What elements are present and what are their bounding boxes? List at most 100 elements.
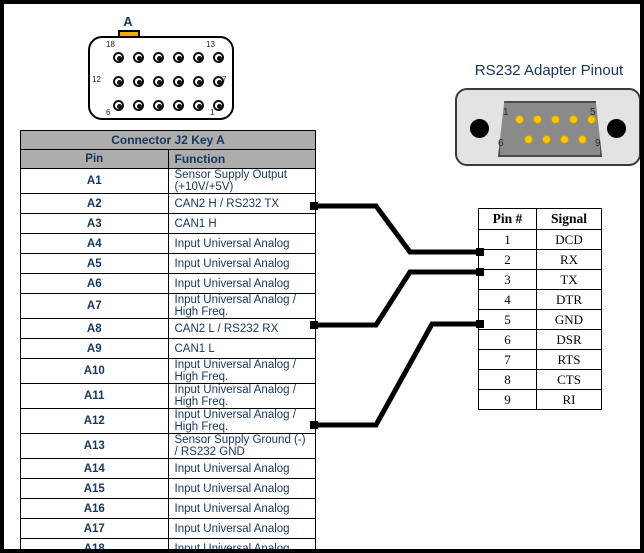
rs232-pin-cell: 6	[478, 329, 537, 350]
table-row: 5 GND	[478, 309, 602, 330]
table-row: A10 Input Universal Analog / High Freq.	[20, 358, 316, 384]
db9-shield	[498, 101, 602, 157]
table-row: A3 CAN1 H	[20, 213, 316, 234]
table-row: A18 Input Universal Analog	[20, 538, 316, 549]
rs232-pin-cell: 1	[478, 229, 537, 250]
pin-cell: A2	[20, 193, 169, 214]
wire-a8-to-pin3	[314, 269, 481, 328]
db9-pin	[569, 115, 578, 124]
pin-cell: A14	[20, 458, 169, 479]
rs232-signal-table: Pin # Signal 1 DCD 2 RX 3 TX 4 DTR 5 GND 6 DSR 7 RTS 8…	[478, 208, 602, 410]
db9-pin	[542, 135, 551, 144]
rs232-signal-cell: CTS	[536, 369, 602, 390]
rs232-pin-cell: 8	[478, 369, 537, 390]
rs232-signal-cell: RI	[536, 389, 602, 410]
connector-number-top-left: 18	[106, 40, 115, 49]
rs232-signal-cell: DTR	[536, 289, 602, 310]
function-cell: Input Universal Analog	[167, 478, 316, 499]
connector-number-bottom-left: 6	[106, 108, 111, 117]
rs232-header-signal: Signal	[536, 208, 602, 230]
function-cell: Input Universal Analog	[167, 233, 316, 254]
db9-screw-right-icon	[607, 119, 626, 138]
connector-pin-socket	[193, 100, 204, 111]
table-row: 2 RX	[478, 249, 602, 270]
rs232-signal-cell: GND	[536, 309, 602, 330]
db9-connector-drawing: 1 5 6 9	[455, 88, 640, 166]
connector-pin-socket	[153, 52, 164, 63]
table-row: A9 CAN1 L	[20, 338, 316, 359]
wire-a13-to-pin5	[314, 321, 481, 428]
rs232-pin-cell: 7	[478, 349, 537, 370]
db9-number-bottom-right: 9	[595, 138, 601, 149]
table-row: A7 Input Universal Analog / High Freq.	[20, 293, 316, 319]
function-cell: CAN2 L / RS232 RX	[167, 318, 316, 339]
function-cell: Input Universal Analog	[167, 498, 316, 519]
rs232-pin-cell: 3	[478, 269, 537, 290]
table-row: 6 DSR	[478, 329, 602, 350]
connector-pin-socket	[133, 52, 144, 63]
db9-number-bottom-left: 6	[498, 138, 504, 149]
rs232-header-pin: Pin #	[478, 208, 537, 230]
connector-table-title: Connector J2 Key A	[20, 130, 316, 150]
pin-cell: A12	[20, 408, 169, 434]
function-cell: CAN1 H	[167, 213, 316, 234]
connector-pin-socket	[213, 100, 224, 111]
function-cell: Input Universal Analog	[167, 538, 316, 549]
table-row: A8 CAN2 L / RS232 RX	[20, 318, 316, 339]
pin-cell: A5	[20, 253, 169, 274]
connector-number-top-right: 13	[206, 40, 215, 49]
rs232-pin-cell: 2	[478, 249, 537, 270]
db9-pin	[533, 115, 542, 124]
function-cell: Input Universal Analog / High Freq.	[167, 293, 316, 319]
rs232-pin-cell: 9	[478, 389, 537, 410]
pin-cell: A9	[20, 338, 169, 359]
connector-pin-socket	[113, 76, 124, 87]
connector-pin-socket	[133, 76, 144, 87]
table-row: A13 Sensor Supply Ground (-) / RS232 GND	[20, 433, 316, 459]
pin-cell: A10	[20, 358, 169, 384]
rs232-signal-cell: RX	[536, 249, 602, 270]
pin-cell: A15	[20, 478, 169, 499]
table-row: 1 DCD	[478, 229, 602, 250]
db9-pin	[524, 135, 533, 144]
function-cell: Input Universal Analog	[167, 273, 316, 294]
rs232-signal-cell: TX	[536, 269, 602, 290]
connector-j2-drawing: A 18 13 12 7 6 1	[88, 14, 234, 120]
connector-pin-socket	[153, 100, 164, 111]
connector-pin-socket	[213, 52, 224, 63]
connector-pin-socket	[213, 76, 224, 87]
connector-pin-socket	[173, 100, 184, 111]
pin-cell: A11	[20, 383, 169, 409]
connector-pin-socket	[193, 52, 204, 63]
pin-cell: A7	[20, 293, 169, 319]
connector-pin-socket	[173, 76, 184, 87]
db9-screw-left-icon	[470, 119, 489, 138]
db9-pin	[560, 135, 569, 144]
connector-pin-socket	[193, 76, 204, 87]
rs232-signal-cell: DSR	[536, 329, 602, 350]
connector-table-body: A1 Sensor Supply Output (+10V/+5V) A2 CAN2 …	[20, 168, 316, 549]
function-cell: Input Universal Analog / High Freq.	[167, 408, 316, 434]
header-pin: Pin	[20, 149, 169, 169]
table-row: A4 Input Universal Analog	[20, 233, 316, 254]
table-row: A11 Input Universal Analog / High Freq.	[20, 383, 316, 409]
connector-key-label: A	[123, 14, 133, 29]
rs232-table-body: 1 DCD 2 RX 3 TX 4 DTR 5 GND 6 DSR 7 RTS 8 CTS 9 RI	[478, 229, 602, 410]
function-cell: Input Universal Analog / High Freq.	[167, 383, 316, 409]
rs232-pin-cell: 5	[478, 309, 537, 330]
table-row: 9 RI	[478, 389, 602, 410]
pin-cell: A1	[20, 168, 169, 194]
connector-pin-socket	[173, 52, 184, 63]
table-row: 3 TX	[478, 269, 602, 290]
connector-pin-socket	[153, 76, 164, 87]
function-cell: CAN2 H / RS232 TX	[167, 193, 316, 214]
connector-pin-socket	[113, 52, 124, 63]
db9-pin	[551, 115, 560, 124]
pin-cell: A18	[20, 538, 169, 549]
rs232-header-row: Pin # Signal	[478, 208, 602, 230]
function-cell: Input Universal Analog	[167, 458, 316, 479]
connector-body-outline: 18 13 12 7 6 1	[88, 36, 234, 120]
pin-cell: A17	[20, 518, 169, 539]
table-header-row: Pin Function	[20, 149, 316, 169]
table-row: A2 CAN2 H / RS232 TX	[20, 193, 316, 214]
